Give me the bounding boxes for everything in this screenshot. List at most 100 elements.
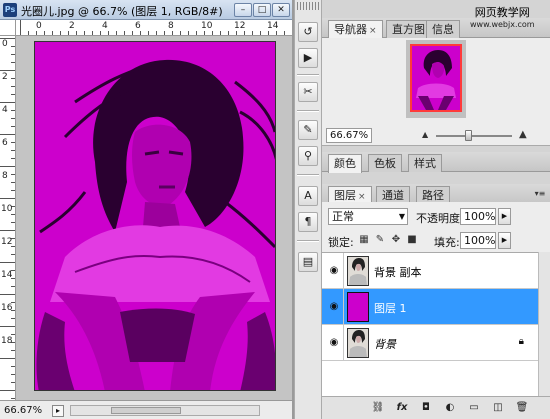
magenta-portrait-image[interactable] bbox=[34, 41, 276, 391]
document-window: Ps 光圈儿.jpg @ 66.7% (图层 1, RGB/8#) – □ ✕ … bbox=[0, 0, 292, 419]
ruler-tick bbox=[60, 31, 61, 35]
lock-image-icon[interactable]: ✎ bbox=[374, 234, 386, 246]
ruler-tick bbox=[0, 358, 15, 359]
ruler-origin[interactable] bbox=[0, 20, 16, 36]
navigator-view-box[interactable] bbox=[410, 44, 462, 112]
horizontal-ruler[interactable]: 0 2 4 6 8 10 12 14 bbox=[16, 20, 292, 36]
clone-source-icon[interactable]: ⚲ bbox=[298, 146, 318, 166]
ruler-label: 12 bbox=[1, 237, 13, 247]
vertical-ruler[interactable]: 0 2 4 6 8 10 12 14 16 18 bbox=[0, 36, 16, 400]
tab-info[interactable]: 信息 bbox=[426, 20, 460, 38]
tab-histogram[interactable]: 直方图 bbox=[386, 20, 431, 38]
tab-swatches[interactable]: 色板 bbox=[368, 154, 402, 172]
ruler-tick bbox=[0, 102, 15, 103]
minimize-button[interactable]: – bbox=[234, 3, 252, 17]
panel-dock: 导航器 × 直方图 信息 66.67% ▲ ▲ 颜色 色板 样式 图层 × 通道… bbox=[322, 0, 550, 419]
tab-styles[interactable]: 样式 bbox=[408, 154, 442, 172]
document-titlebar[interactable]: Ps 光圈儿.jpg @ 66.7% (图层 1, RGB/8#) – □ ✕ bbox=[0, 0, 292, 20]
delete-layer-icon[interactable]: 🗑︎ bbox=[514, 401, 530, 415]
ruler-tick bbox=[11, 254, 15, 255]
ruler-tick bbox=[11, 182, 15, 183]
ruler-tick bbox=[11, 366, 15, 367]
visibility-toggle[interactable]: ◉ bbox=[322, 253, 344, 289]
maximize-button[interactable]: □ bbox=[253, 3, 271, 17]
ruler-tick bbox=[11, 334, 15, 335]
ruler-tick bbox=[44, 31, 45, 35]
blend-mode-select[interactable]: 正常 ▼ bbox=[328, 208, 408, 225]
fill-field[interactable]: 100% bbox=[460, 232, 496, 249]
ruler-tick bbox=[11, 150, 15, 151]
layer-style-icon[interactable]: fx bbox=[394, 401, 410, 415]
ruler-label: 6 bbox=[2, 138, 8, 148]
add-mask-icon[interactable]: ◘ bbox=[418, 401, 434, 415]
history-icon[interactable]: ↺ bbox=[298, 22, 318, 42]
adjustment-layer-icon[interactable]: ◐ bbox=[442, 401, 458, 415]
watermark-title: 网页教学网 bbox=[474, 6, 530, 19]
eye-icon: ◉ bbox=[329, 301, 339, 312]
ruler-label: 16 bbox=[1, 303, 13, 313]
tool-presets-icon[interactable]: ✂ bbox=[298, 82, 318, 102]
navigator-zoom-field[interactable]: 66.67% bbox=[326, 128, 372, 143]
zoom-readout[interactable]: 66.67% bbox=[4, 405, 42, 416]
ruler-tick bbox=[180, 31, 181, 35]
paragraph-icon[interactable]: ¶ bbox=[298, 212, 318, 232]
status-menu-arrow-icon[interactable]: ▸ bbox=[52, 405, 64, 417]
new-layer-icon[interactable]: ◫ bbox=[490, 401, 506, 415]
tab-label: 路径 bbox=[422, 189, 444, 202]
fill-slider-arrow-icon[interactable]: ▶ bbox=[498, 232, 511, 249]
zoom-in-icon[interactable]: ▲ bbox=[519, 129, 527, 140]
opacity-field[interactable]: 100% bbox=[460, 208, 496, 225]
layer-comps-icon[interactable]: ▤ bbox=[298, 252, 318, 272]
tab-label: 信息 bbox=[432, 23, 454, 36]
visibility-toggle[interactable]: ◉ bbox=[322, 289, 344, 325]
panel-menu-icon[interactable]: ▾≡ bbox=[534, 189, 546, 199]
canvas-area[interactable] bbox=[16, 36, 292, 400]
ruler-label: 18 bbox=[1, 336, 13, 346]
lock-position-icon[interactable]: ✥ bbox=[390, 234, 402, 246]
ruler-label: 2 bbox=[2, 72, 8, 82]
layer-row-layer-1[interactable]: ◉ 图层 1 bbox=[322, 289, 538, 325]
tab-color[interactable]: 颜色 bbox=[328, 154, 362, 173]
actions-icon[interactable]: ▶ bbox=[298, 48, 318, 68]
layer-row-background[interactable]: ◉ 背景 🔒︎ bbox=[322, 325, 538, 361]
close-tab-icon[interactable]: × bbox=[358, 192, 366, 202]
opacity-slider-arrow-icon[interactable]: ▶ bbox=[498, 208, 511, 225]
ruler-tick bbox=[116, 31, 117, 35]
layer-list-scrollbar[interactable] bbox=[538, 252, 550, 396]
navigator-zoom-slider[interactable] bbox=[436, 135, 512, 137]
link-layers-icon[interactable]: ⛓ bbox=[370, 401, 386, 415]
character-icon[interactable]: A bbox=[298, 186, 318, 206]
ruler-tick bbox=[36, 31, 37, 35]
ruler-tick bbox=[156, 31, 157, 35]
layer-name[interactable]: 背景 副本 bbox=[374, 264, 422, 280]
ruler-label: 10 bbox=[201, 21, 213, 31]
scrollbar-thumb[interactable] bbox=[111, 407, 181, 414]
zoom-out-icon[interactable]: ▲ bbox=[422, 130, 428, 139]
new-group-icon[interactable]: ▭ bbox=[466, 401, 482, 415]
ruler-tick bbox=[52, 31, 53, 35]
brushes-icon[interactable]: ✎ bbox=[298, 120, 318, 140]
lock-all-icon[interactable]: ■ bbox=[406, 234, 418, 246]
ruler-tick bbox=[188, 31, 189, 35]
layer-row-background-copy[interactable]: ◉ 背景 副本 bbox=[322, 253, 538, 289]
layer-name[interactable]: 背景 bbox=[374, 336, 396, 352]
portrait-artwork bbox=[35, 42, 275, 390]
document-status-bar: 66.67% ▸ bbox=[0, 400, 292, 419]
tab-navigator[interactable]: 导航器 × bbox=[328, 20, 383, 39]
strip-drag-handle[interactable] bbox=[297, 2, 319, 10]
horizontal-scrollbar[interactable] bbox=[70, 405, 260, 416]
ruler-label: 12 bbox=[234, 21, 246, 31]
visibility-toggle[interactable]: ◉ bbox=[322, 325, 344, 361]
navigator-slider-thumb[interactable] bbox=[465, 130, 472, 141]
lock-transparency-icon[interactable]: ▦ bbox=[358, 234, 370, 246]
chevron-down-icon: ▼ bbox=[398, 212, 405, 221]
ruler-tick bbox=[0, 166, 15, 167]
close-window-button[interactable]: ✕ bbox=[272, 3, 290, 17]
layer-name[interactable]: 图层 1 bbox=[374, 300, 407, 316]
ruler-tick bbox=[11, 158, 15, 159]
photoshop-app-icon: Ps bbox=[3, 3, 17, 17]
ruler-tick bbox=[11, 86, 15, 87]
close-tab-icon[interactable]: × bbox=[369, 26, 377, 36]
navigator-thumbnail[interactable] bbox=[406, 40, 466, 118]
tab-label: 直方图 bbox=[392, 23, 425, 36]
